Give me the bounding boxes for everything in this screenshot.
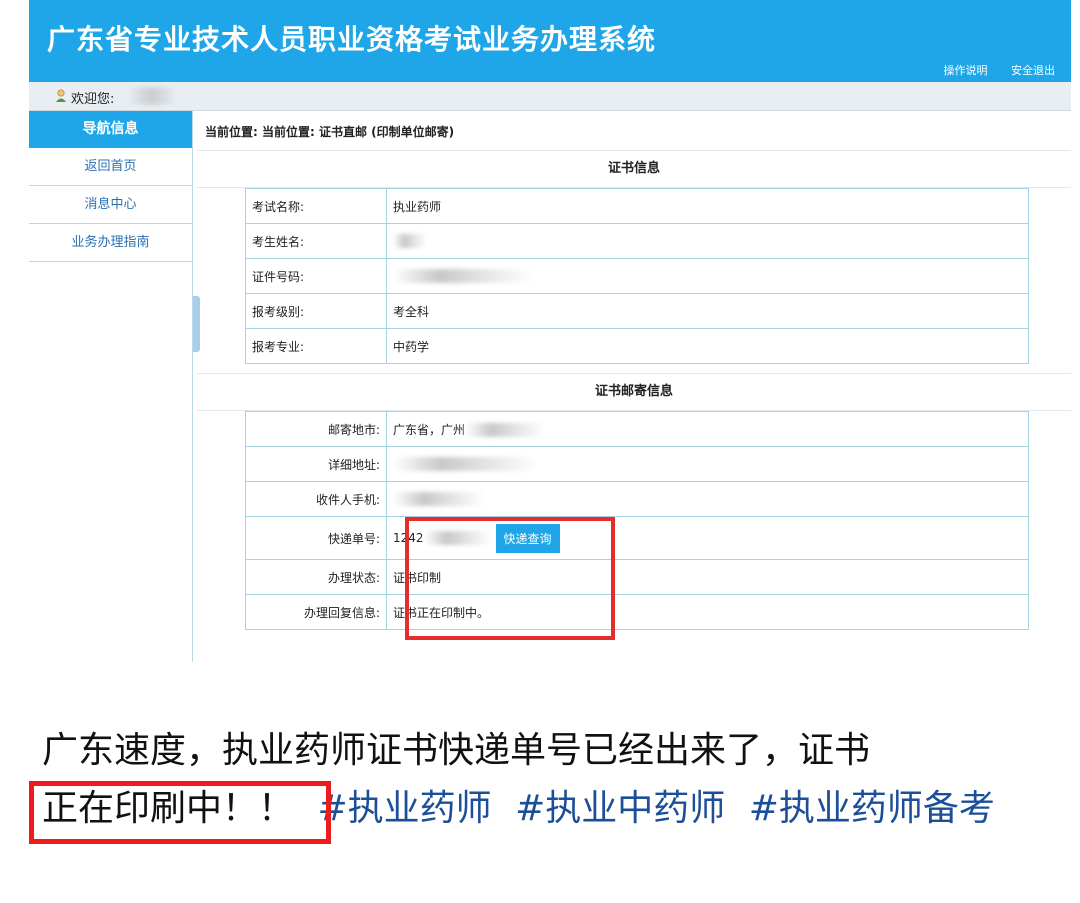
table-row: 报考级别: 考全科 xyxy=(245,293,1029,329)
level-value: 考全科 xyxy=(386,293,1029,329)
sidebar-item-messages[interactable]: 消息中心 xyxy=(29,186,192,224)
nav-heading: 导航信息 xyxy=(29,111,192,148)
sidebar-item-home[interactable]: 返回首页 xyxy=(29,148,192,186)
major-label: 报考专业: xyxy=(245,328,387,364)
address-value xyxy=(386,446,1029,482)
caption-highlight-box xyxy=(29,781,331,844)
user-icon xyxy=(56,89,66,102)
redacted-value xyxy=(423,531,492,545)
table-row: 证件号码: xyxy=(245,258,1029,294)
tracking-label: 快递单号: xyxy=(245,516,387,560)
status-value: 证书印制 xyxy=(386,559,1029,595)
system-title: 广东省专业技术人员职业资格考试业务办理系统 xyxy=(47,23,657,56)
table-row: 收件人手机: xyxy=(245,481,1029,517)
id-number-value xyxy=(386,258,1029,294)
sidebar: 导航信息 返回首页 消息中心 业务办理指南 xyxy=(29,111,193,662)
table-row: 邮寄地市: 广东省，广州 xyxy=(245,411,1029,447)
mail-city-value: 广东省，广州 xyxy=(386,411,1029,447)
screenshot-panel: 广东省专业技术人员职业资格考试业务办理系统 操作说明 安全退出 欢迎您: 导航信… xyxy=(29,0,1071,662)
welcome-label: 欢迎您: xyxy=(71,92,115,107)
hashtag[interactable]: #执业中药师 xyxy=(515,788,725,829)
major-value: 中药学 xyxy=(386,328,1029,364)
phone-value xyxy=(386,481,1029,517)
help-link[interactable]: 操作说明 xyxy=(944,64,988,77)
candidate-name-label: 考生姓名: xyxy=(245,223,387,259)
redacted-value xyxy=(393,457,538,472)
phone-label: 收件人手机: xyxy=(245,481,387,517)
id-number-label: 证件号码: xyxy=(245,258,387,294)
table-row: 详细地址: xyxy=(245,446,1029,482)
app-header: 广东省专业技术人员职业资格考试业务办理系统 操作说明 安全退出 xyxy=(29,0,1071,82)
main-content: 当前位置: 当前位置: 证书直邮 (印制单位邮寄) 证书信息 考试名称: 执业药… xyxy=(197,111,1071,662)
hashtag[interactable]: #执业药师 xyxy=(317,788,491,829)
breadcrumb: 当前位置: 当前位置: 证书直邮 (印制单位邮寄) xyxy=(205,125,455,139)
tracking-number: 1242 xyxy=(393,530,424,545)
mail-city-text: 广东省，广州 xyxy=(393,422,466,437)
username-redacted xyxy=(127,87,177,105)
status-label: 办理状态: xyxy=(245,559,387,595)
caption-line1: 广东速度，执业药师证书快递单号已经出来了，证书 xyxy=(42,730,871,771)
address-label: 详细地址: xyxy=(245,446,387,482)
mail-city-label: 邮寄地市: xyxy=(245,411,387,447)
table-row: 快递单号: 1242 快递查询 xyxy=(245,516,1029,560)
cert-info-table: 考试名称: 执业药师 考生姓名: 证件号码: 报考级别: 考全科 报考专业: 中… xyxy=(245,188,1029,364)
exam-name-label: 考试名称: xyxy=(245,188,387,224)
table-row: 办理回复信息: 证书正在印制中。 xyxy=(245,594,1029,630)
express-query-button[interactable]: 快递查询 xyxy=(495,523,560,553)
cert-info-title: 证书信息 xyxy=(197,150,1071,188)
mail-info-table: 邮寄地市: 广东省，广州 详细地址: 收件人手机: 快递单号: 1242 快递查询… xyxy=(245,411,1029,630)
candidate-name-value xyxy=(386,223,1029,259)
exam-name-value: 执业药师 xyxy=(386,188,1029,224)
level-label: 报考级别: xyxy=(245,293,387,329)
redacted-value xyxy=(393,269,533,284)
table-row: 考试名称: 执业药师 xyxy=(245,188,1029,224)
tracking-value: 1242 快递查询 xyxy=(386,516,1029,560)
table-row: 报考专业: 中药学 xyxy=(245,328,1029,364)
table-row: 办理状态: 证书印制 xyxy=(245,559,1029,595)
reply-value: 证书正在印制中。 xyxy=(386,594,1029,630)
hashtag[interactable]: #执业药师备考 xyxy=(749,788,995,829)
welcome-bar: 欢迎您: xyxy=(29,82,1071,111)
reply-label: 办理回复信息: xyxy=(245,594,387,630)
redacted-value xyxy=(393,234,427,249)
logout-link[interactable]: 安全退出 xyxy=(1011,64,1055,77)
table-row: 考生姓名: xyxy=(245,223,1029,259)
mail-info-title: 证书邮寄信息 xyxy=(197,373,1071,411)
header-links: 操作说明 安全退出 xyxy=(924,62,1056,78)
redacted-value xyxy=(393,492,485,507)
redacted-value xyxy=(465,423,546,437)
sidebar-item-guide[interactable]: 业务办理指南 xyxy=(29,224,192,262)
